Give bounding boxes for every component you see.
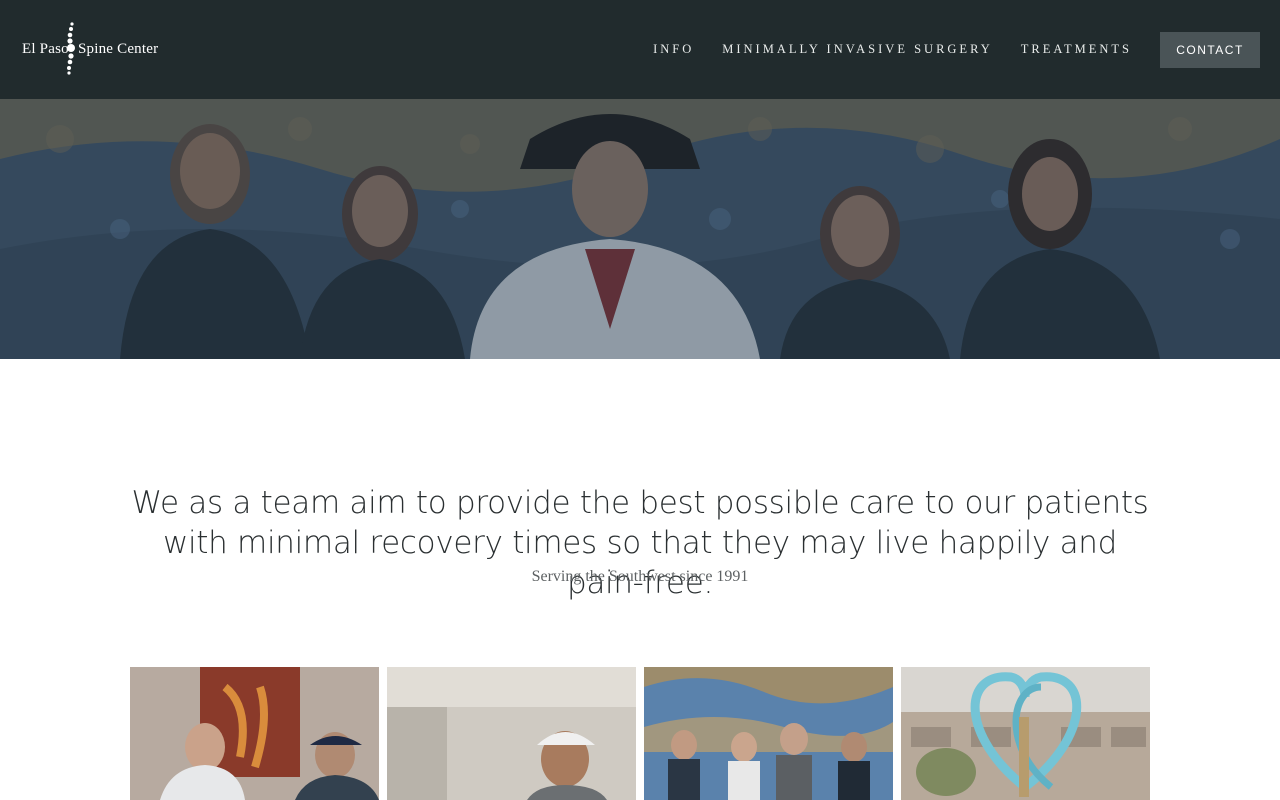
nav-info[interactable]: INFO <box>653 42 694 57</box>
gallery-image-smiling-patient-cap[interactable] <box>387 667 636 800</box>
nav-minimally-invasive-surgery[interactable]: MINIMALLY INVASIVE SURGERY <box>722 42 993 57</box>
site-header: El Paso Spine Center INFO MINIMALLY INVA… <box>0 0 1280 99</box>
logo-text-el-paso: El Paso <box>22 41 69 57</box>
gallery-image-heart-sculpture-outdoor[interactable] <box>901 667 1150 800</box>
site-logo[interactable]: El Paso Spine Center <box>22 22 162 78</box>
spine-dots-icon <box>67 22 75 75</box>
contact-button[interactable]: CONTACT <box>1160 32 1260 68</box>
gallery-image-group-at-mosaic-wall[interactable] <box>644 667 893 800</box>
main-nav: INFO MINIMALLY INVASIVE SURGERY TREATMEN… <box>653 42 1132 57</box>
photo-gallery <box>130 667 1150 800</box>
tagline: Serving the Southwest since 1991 <box>531 568 749 585</box>
hero-team-photo <box>0 99 1280 359</box>
hero-image <box>0 99 1280 359</box>
logo-text-spine-center: Spine Center <box>78 41 159 57</box>
gallery-image-doctor-with-patient[interactable] <box>130 667 379 800</box>
nav-treatments[interactable]: TREATMENTS <box>1021 42 1132 57</box>
